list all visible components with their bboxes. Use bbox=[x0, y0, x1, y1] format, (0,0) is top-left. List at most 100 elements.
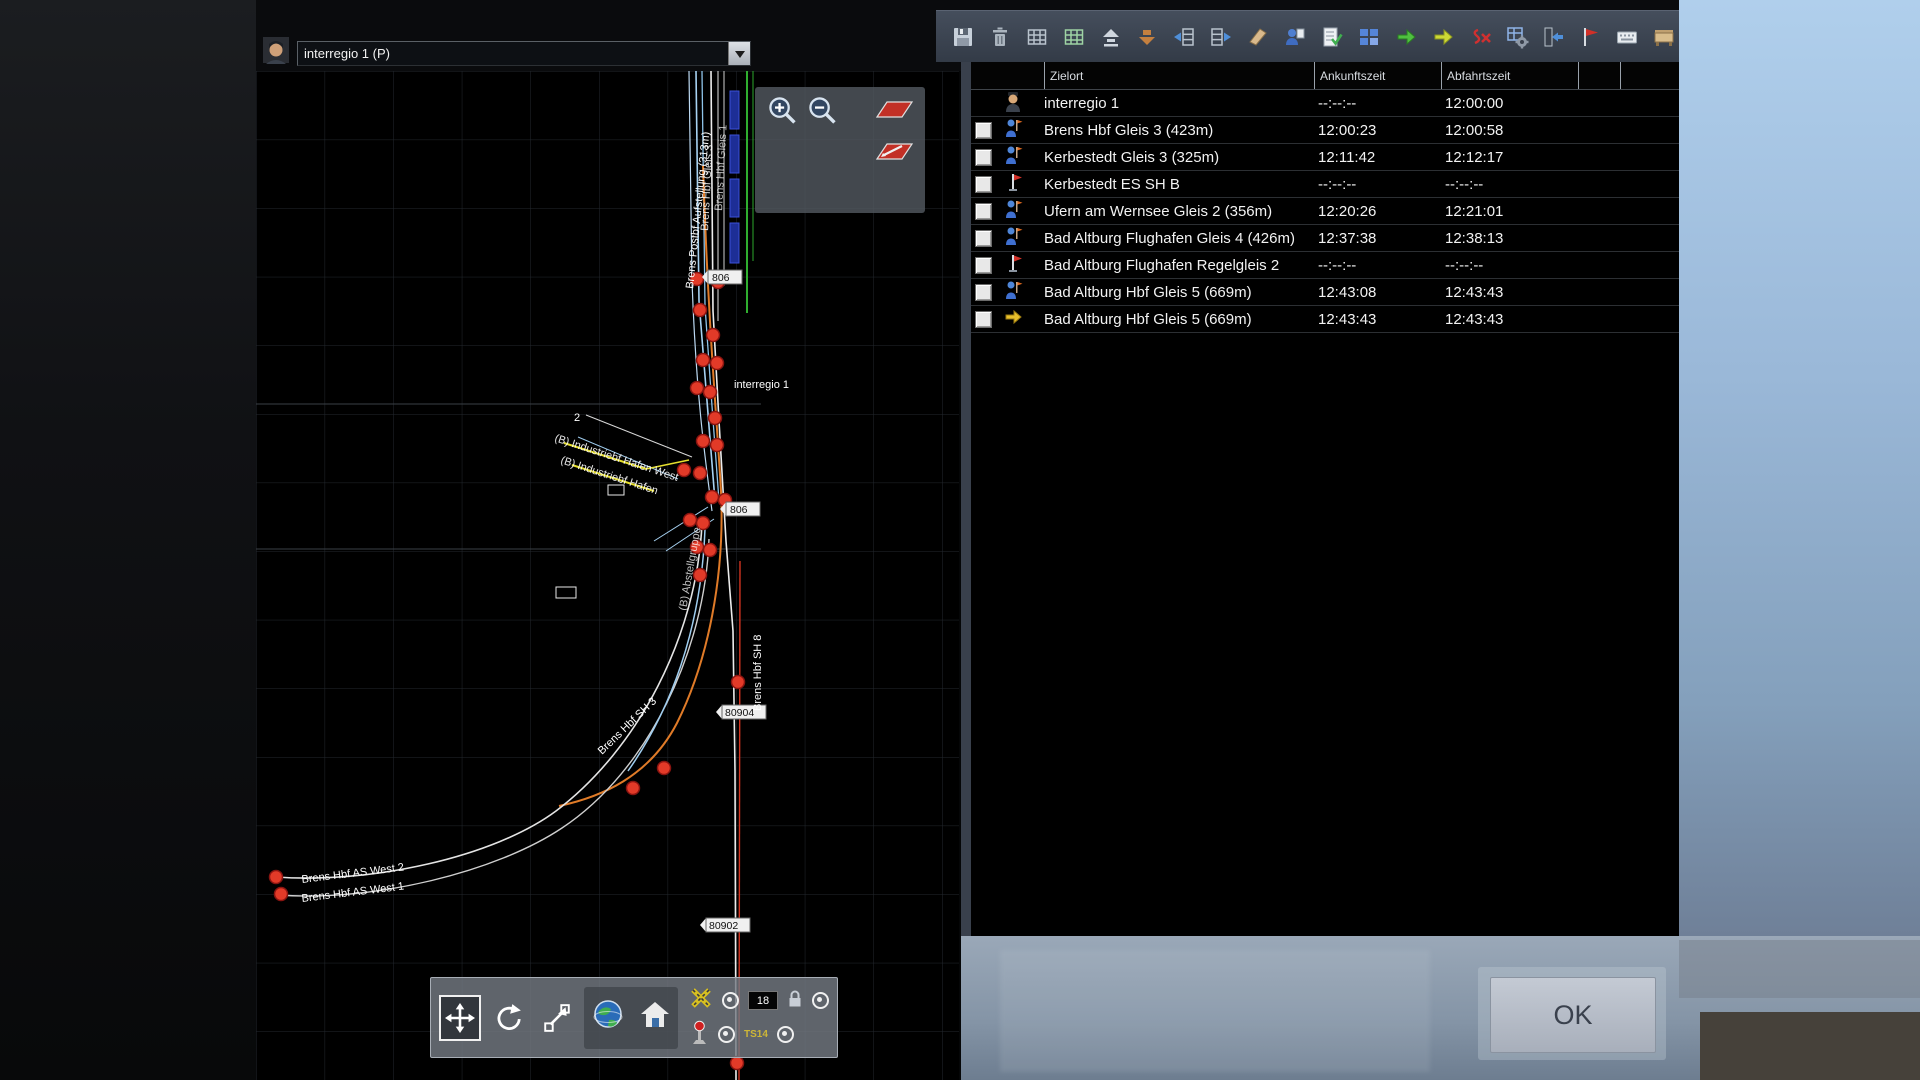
row-checkbox[interactable] bbox=[975, 122, 992, 139]
ts-layer-radio[interactable] bbox=[777, 1026, 794, 1043]
flag-icon bbox=[1004, 253, 1023, 277]
row-abfahrtszeit: --:--:-- bbox=[1445, 257, 1483, 274]
row-zielort: Ufern am Wernsee Gleis 2 (356m) bbox=[1044, 203, 1272, 220]
timetable-row[interactable]: Ufern am Wernsee Gleis 2 (356m) 12:20:26… bbox=[971, 198, 1679, 225]
zoom-out-button[interactable] bbox=[807, 95, 839, 127]
background-left bbox=[0, 0, 256, 1080]
row-ankunftszeit: --:--:-- bbox=[1318, 176, 1356, 193]
column-header-abfahrtszeit[interactable]: Abfahrtszeit bbox=[1441, 62, 1578, 89]
timetable-row[interactable]: Kerbestedt Gleis 3 (325m) 12:11:42 12:12… bbox=[971, 144, 1679, 171]
row-checkbox[interactable] bbox=[975, 176, 992, 193]
block-sign: 80902 bbox=[700, 918, 750, 932]
row-checkbox[interactable] bbox=[975, 257, 992, 274]
timetable-grid-icon[interactable] bbox=[1022, 22, 1052, 52]
map-view-group bbox=[584, 987, 678, 1049]
rotate-tool-button[interactable] bbox=[488, 995, 529, 1041]
lock-radio[interactable] bbox=[812, 992, 829, 1009]
background-building bbox=[1700, 1012, 1920, 1080]
timetable-row[interactable]: Bad Altburg Flughafen Gleis 4 (426m) 12:… bbox=[971, 225, 1679, 252]
column-header-ankunftszeit[interactable]: Ankunftszeit bbox=[1314, 62, 1441, 89]
row-checkbox[interactable] bbox=[975, 284, 992, 301]
stop-icon bbox=[1004, 199, 1023, 223]
delete-icon[interactable] bbox=[985, 22, 1015, 52]
home-view-button[interactable] bbox=[638, 998, 672, 1037]
table-settings-icon[interactable] bbox=[1502, 22, 1532, 52]
timetable-row[interactable]: Brens Hbf Gleis 3 (423m) 12:00:23 12:00:… bbox=[971, 117, 1679, 144]
flag-icon bbox=[1004, 172, 1023, 196]
row-checkbox[interactable] bbox=[975, 230, 992, 247]
copy-schedule-icon[interactable] bbox=[1280, 22, 1310, 52]
row-zielort: Bad Altburg Flughafen Regelgleis 2 bbox=[1044, 257, 1279, 274]
row-abfahrtszeit: 12:21:01 bbox=[1445, 203, 1503, 220]
driver-icon bbox=[1004, 91, 1022, 116]
insert-column-left-icon[interactable] bbox=[1169, 22, 1199, 52]
track-draw-icon[interactable] bbox=[871, 135, 917, 165]
save-icon[interactable] bbox=[948, 22, 978, 52]
column-header-zielort[interactable]: Zielort bbox=[1044, 62, 1314, 89]
screen: interregio 1 (P) bbox=[0, 0, 1920, 1080]
timetable-row[interactable]: Bad Altburg Hbf Gleis 5 (669m) 12:43:43 … bbox=[971, 306, 1679, 333]
depot-icon[interactable] bbox=[1649, 22, 1679, 52]
keyboard-icon[interactable] bbox=[1612, 22, 1642, 52]
timetable-row[interactable]: Bad Altburg Flughafen Regelgleis 2 --:--… bbox=[971, 252, 1679, 279]
move-down-icon[interactable] bbox=[1133, 22, 1163, 52]
row-checkbox[interactable] bbox=[975, 149, 992, 166]
train-select-dropdown[interactable]: interregio 1 (P) bbox=[297, 41, 751, 66]
move-up-icon[interactable] bbox=[1096, 22, 1126, 52]
row-checkbox[interactable] bbox=[975, 203, 992, 220]
row-abfahrtszeit: 12:38:13 bbox=[1445, 230, 1503, 247]
row-abfahrtszeit: 12:00:00 bbox=[1445, 95, 1503, 112]
track-layer-radio[interactable] bbox=[722, 992, 739, 1009]
row-abfahrtszeit: --:--:-- bbox=[1445, 176, 1483, 193]
map-canvas[interactable]: 806 806 80904 80902 Brens Postbf Aufstel… bbox=[256, 71, 959, 1080]
map-label: 2 bbox=[574, 412, 580, 424]
remove-route-icon[interactable] bbox=[1465, 22, 1495, 52]
ts-layer-label: TS14 bbox=[744, 1029, 768, 1040]
globe-view-button[interactable] bbox=[591, 998, 625, 1037]
row-ankunftszeit: --:--:-- bbox=[1318, 95, 1356, 112]
map-view[interactable]: 806 806 80904 80902 Brens Postbf Aufstel… bbox=[256, 71, 959, 1080]
timetable-row[interactable]: Kerbestedt ES SH B --:--:-- --:--:-- bbox=[971, 171, 1679, 198]
ok-button[interactable]: OK bbox=[1490, 977, 1656, 1053]
zoom-level-value[interactable]: 18 bbox=[748, 991, 778, 1010]
row-ankunftszeit: 12:11:42 bbox=[1318, 149, 1375, 166]
row-zielort: Kerbestedt Gleis 3 (325m) bbox=[1044, 149, 1219, 166]
assign-grid-icon[interactable] bbox=[1354, 22, 1384, 52]
insert-column-right-icon[interactable] bbox=[1206, 22, 1236, 52]
add-route-icon[interactable] bbox=[1391, 22, 1421, 52]
tool-icon[interactable] bbox=[1243, 22, 1273, 52]
row-zielort: Brens Hbf Gleis 3 (423m) bbox=[1044, 122, 1213, 139]
pan-tool-button[interactable] bbox=[439, 995, 481, 1041]
link-tool-button[interactable] bbox=[536, 995, 577, 1041]
timetable-row[interactable]: interregio 1 --:--:-- 12:00:00 bbox=[971, 90, 1679, 117]
track-edit-icon[interactable] bbox=[871, 95, 917, 125]
sign-label: 80902 bbox=[709, 920, 738, 932]
timetable-grid-green-icon[interactable] bbox=[1059, 22, 1089, 52]
block-sign: 806 bbox=[702, 270, 742, 284]
map-toolbar: 18 bbox=[430, 977, 838, 1058]
train-select-value: interregio 1 (P) bbox=[298, 46, 728, 61]
row-ankunftszeit: 12:20:26 bbox=[1318, 203, 1376, 220]
checklist-icon[interactable] bbox=[1317, 22, 1347, 52]
stop-icon bbox=[1004, 226, 1023, 250]
row-abfahrtszeit: 12:43:43 bbox=[1445, 311, 1503, 328]
row-ankunftszeit: 12:43:08 bbox=[1318, 284, 1376, 301]
sign-label: 80904 bbox=[725, 707, 754, 719]
row-abfahrtszeit: 12:12:17 bbox=[1445, 149, 1503, 166]
map-layer-controls: 18 bbox=[689, 988, 829, 1048]
lock-icon[interactable] bbox=[787, 989, 803, 1013]
row-ankunftszeit: --:--:-- bbox=[1318, 257, 1356, 274]
block-sign: 806 bbox=[720, 502, 760, 516]
stop-icon bbox=[1004, 145, 1023, 169]
row-checkbox[interactable] bbox=[975, 311, 992, 328]
row-ankunftszeit: 12:43:43 bbox=[1318, 311, 1376, 328]
dropdown-arrow-icon[interactable] bbox=[728, 42, 750, 65]
append-route-icon[interactable] bbox=[1428, 22, 1458, 52]
export-icon[interactable] bbox=[1539, 22, 1569, 52]
signal-layer-radio[interactable] bbox=[718, 1026, 735, 1043]
timetable-row[interactable]: Bad Altburg Hbf Gleis 5 (669m) 12:43:08 … bbox=[971, 279, 1679, 306]
sign-label: 806 bbox=[712, 272, 730, 284]
set-flag-icon[interactable] bbox=[1575, 22, 1605, 52]
zoom-in-button[interactable] bbox=[767, 95, 799, 127]
row-zielort: Bad Altburg Hbf Gleis 5 (669m) bbox=[1044, 311, 1252, 328]
